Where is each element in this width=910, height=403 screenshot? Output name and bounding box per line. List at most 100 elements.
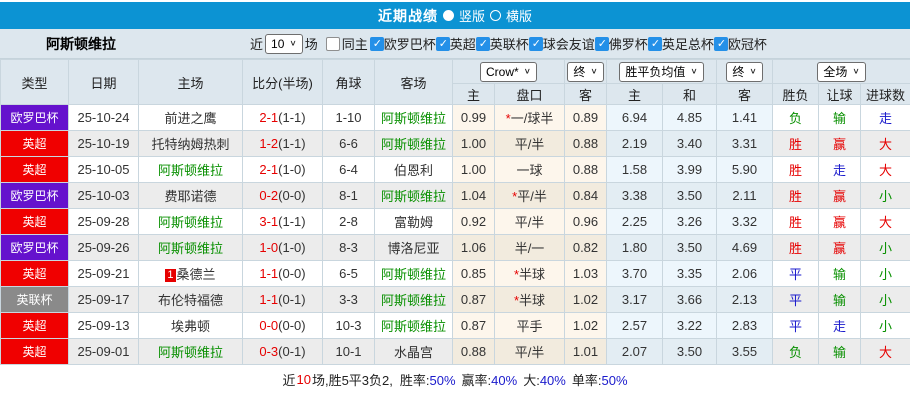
handicap-stage-select[interactable]: 终 ∨ [567, 61, 604, 82]
chevron-down-icon: ∨ [289, 39, 297, 48]
match-date: 25-09-01 [68, 338, 139, 365]
result-outcome: 胜 [772, 182, 819, 209]
league-checkbox-label[interactable]: 欧冠杯 [728, 34, 767, 53]
home-team-name[interactable]: 托特纳姆热刺 [151, 137, 229, 152]
score-cell: 2-1(1-1) [242, 104, 323, 131]
score-cell: 0-3(0-1) [242, 338, 323, 365]
handicap-line: *平/半 [494, 182, 565, 209]
score-cell: 0-2(0-0) [242, 182, 323, 209]
col-header-goals-result: 进球数 [859, 83, 910, 105]
full-time-score: 3-1 [259, 214, 279, 229]
league-checkbox[interactable] [713, 36, 728, 51]
europe-draw-odds: 3.40 [662, 130, 717, 157]
vertical-layout-label[interactable]: 竖版 [459, 6, 485, 25]
league-checkbox[interactable] [647, 36, 662, 51]
live-odds-star: * [512, 189, 518, 204]
score-cell: 1-1(0-1) [242, 286, 323, 313]
league-checkbox-label[interactable]: 欧罗巴杯 [384, 34, 436, 53]
handicap-outcome: 输 [818, 338, 861, 365]
league-checkbox[interactable] [369, 36, 384, 51]
away-team-name[interactable]: 阿斯顿维拉 [381, 319, 446, 334]
league-checkbox-label[interactable]: 英超 [450, 34, 476, 53]
result-outcome: 平 [772, 312, 819, 339]
handicap-outcome: 输 [818, 286, 861, 313]
europe-odds-select[interactable]: 胜平负均值 ∨ [619, 61, 704, 82]
recent-results-panel: 近期战绩 竖版 横版 阿斯顿维拉 近 10 ∨ 场 同主 欧罗巴杯英超英联杯球会… [0, 2, 910, 391]
away-team-name[interactable]: 阿斯顿维拉 [381, 189, 446, 204]
horizontal-layout-label[interactable]: 横版 [506, 6, 532, 25]
handicap-home-odds: 0.87 [452, 312, 495, 339]
chevron-down-icon: ∨ [852, 67, 860, 76]
goals-outcome: 小 [859, 234, 910, 261]
goals-outcome: 小 [859, 312, 910, 339]
result-outcome: 胜 [772, 208, 819, 235]
europe-draw-odds: 3.50 [662, 338, 717, 365]
home-team-name[interactable]: 阿斯顿维拉 [158, 215, 223, 230]
away-team-name[interactable]: 阿斯顿维拉 [381, 137, 446, 152]
home-team-name[interactable]: 阿斯顿维拉 [158, 241, 223, 256]
odds-company-select[interactable]: Crow* ∨ [480, 61, 537, 82]
league-checkbox[interactable] [528, 36, 543, 51]
handicap-home-odds: 1.06 [452, 234, 495, 261]
full-time-score: 0-0 [259, 318, 279, 333]
goals-outcome: 大 [859, 338, 910, 365]
home-team-name[interactable]: 阿斯顿维拉 [158, 163, 223, 178]
match-count-select[interactable]: 10 ∨ [265, 33, 303, 54]
col-header-corner: 角球 [322, 59, 375, 105]
home-team-name[interactable]: 桑德兰 [177, 267, 216, 282]
handicap-line: 平/半 [494, 208, 565, 235]
col-header-eu-home: 主 [606, 83, 663, 105]
league-checkbox[interactable] [435, 36, 450, 51]
horizontal-layout-radio[interactable] [490, 10, 501, 21]
col-header-date: 日期 [68, 59, 139, 105]
league-checkbox-label[interactable]: 英足总杯 [662, 34, 714, 53]
europe-away-odds: 5.90 [716, 156, 773, 183]
scope-select[interactable]: 全场 ∨ [817, 61, 866, 82]
stat-value: 50% [601, 372, 628, 388]
away-team-name[interactable]: 阿斯顿维拉 [381, 293, 446, 308]
stat-label: 赢率: [461, 372, 492, 388]
chevron-down-icon: ∨ [523, 67, 531, 76]
home-team-name[interactable]: 布伦特福德 [158, 293, 223, 308]
europe-draw-odds: 3.22 [662, 312, 717, 339]
table-row: 英联杯 25-09-17 布伦特福德 1-1(0-1) 3-3 阿斯顿维拉 0.87 *半球 1… [0, 286, 910, 313]
home-team-name[interactable]: 埃弗顿 [171, 319, 210, 334]
half-time-score: (1-1) [278, 110, 306, 125]
league-checkbox-label[interactable]: 英联杯 [490, 34, 529, 53]
same-host-label[interactable]: 同主 [342, 34, 368, 53]
league-checkbox[interactable] [475, 36, 490, 51]
vertical-layout-radio[interactable] [442, 10, 454, 21]
handicap-line: 平/半 [494, 130, 565, 157]
table-row: 英超 25-09-13 埃弗顿 0-0(0-0) 10-3 阿斯顿维拉 0.87 平手 1.02… [0, 312, 910, 339]
half-time-score: (0-1) [278, 344, 306, 359]
full-time-score: 1-1 [259, 266, 279, 281]
league-checkbox-label[interactable]: 佛罗杯 [609, 34, 648, 53]
away-team-name[interactable]: 水晶宫 [394, 345, 433, 360]
away-team-name[interactable]: 阿斯顿维拉 [381, 267, 446, 282]
away-team-name[interactable]: 博洛尼亚 [387, 241, 439, 256]
europe-home-odds: 3.17 [606, 286, 663, 313]
europe-stage-select[interactable]: 终 ∨ [726, 61, 763, 82]
home-team-name[interactable]: 前进之鹰 [164, 111, 216, 126]
europe-draw-odds: 3.99 [662, 156, 717, 183]
away-team-cell: 阿斯顿维拉 [374, 286, 453, 313]
match-date: 25-09-28 [68, 208, 139, 235]
chevron-down-icon: ∨ [749, 67, 757, 76]
away-team-name[interactable]: 伯恩利 [394, 163, 433, 178]
league-checkbox[interactable] [594, 36, 609, 51]
corner-count: 6-4 [322, 156, 375, 183]
league-checkbox-label[interactable]: 球会友谊 [543, 34, 595, 53]
home-team-name[interactable]: 阿斯顿维拉 [158, 345, 223, 360]
home-team-name[interactable]: 费耶诺德 [164, 189, 216, 204]
away-team-cell: 富勒姆 [374, 208, 453, 235]
same-host-checkbox[interactable] [325, 36, 340, 51]
handicap-away-odds: 1.03 [564, 260, 607, 287]
handicap-outcome: 赢 [818, 208, 861, 235]
handicap-line: 半/一 [494, 234, 565, 261]
away-team-name[interactable]: 富勒姆 [394, 215, 433, 230]
away-team-name[interactable]: 阿斯顿维拉 [381, 111, 446, 126]
col-header-home: 主场 [138, 59, 243, 105]
near-label: 近 [250, 37, 264, 52]
handicap-away-odds: 0.89 [564, 104, 607, 131]
europe-away-odds: 4.69 [716, 234, 773, 261]
